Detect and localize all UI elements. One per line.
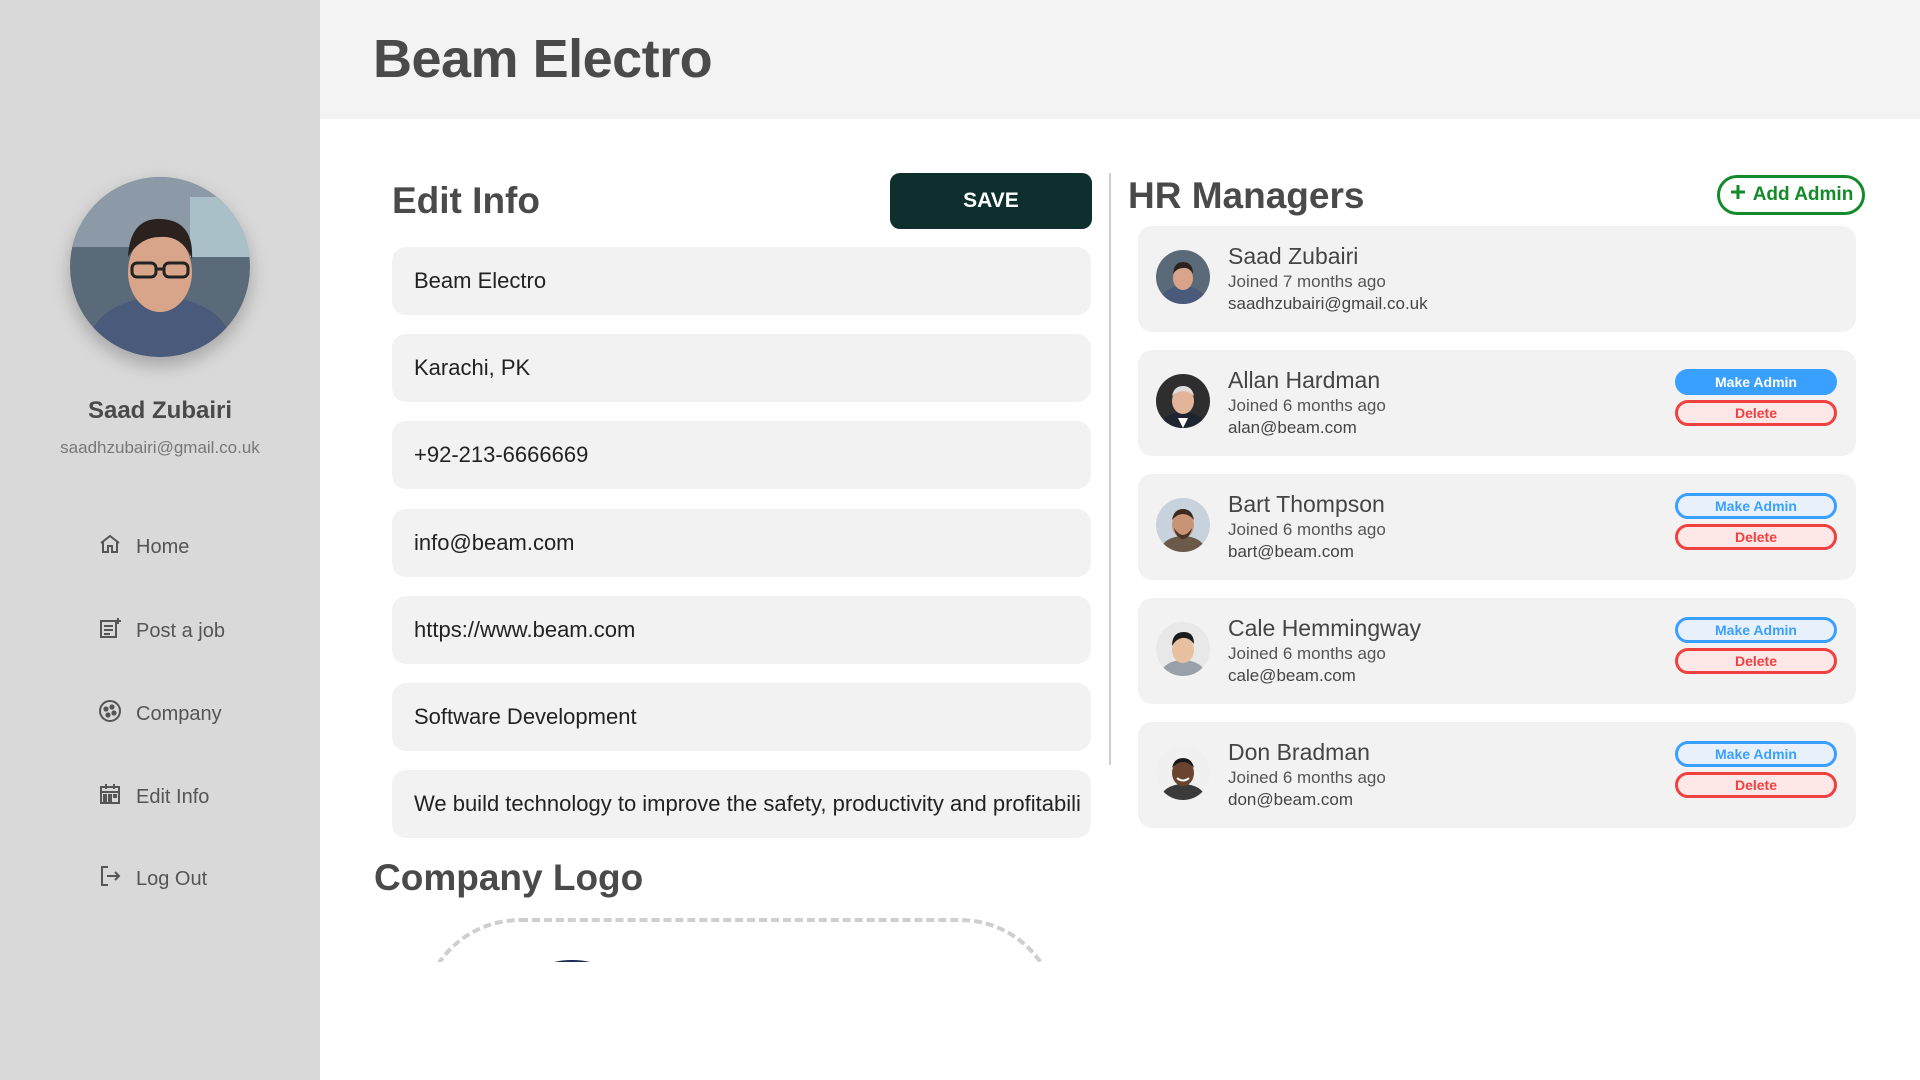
sidebar: Saad Zubairi saadhzubairi@gmail.co.uk Ho… <box>0 0 320 1080</box>
manager-joined: Joined 7 months ago <box>1228 272 1386 291</box>
logo-dropzone[interactable] <box>420 918 1060 962</box>
website-field[interactable]: https://www.beam.com <box>392 596 1091 664</box>
delete-button[interactable]: Delete <box>1675 400 1837 426</box>
delete-button[interactable]: Delete <box>1675 772 1837 798</box>
company-logo-title: Company Logo <box>374 857 644 898</box>
plus-icon <box>1729 183 1747 207</box>
sidebar-item-label: Post a job <box>136 619 225 642</box>
avatar <box>1156 622 1210 676</box>
location-field[interactable]: Karachi, PK <box>392 334 1091 402</box>
manager-name: Bart Thompson <box>1228 491 1385 517</box>
manager-email: alan@beam.com <box>1228 418 1357 437</box>
manager-name: Cale Hemmingway <box>1228 615 1422 641</box>
industry-field[interactable]: Software Development <box>392 683 1091 751</box>
manager-email: saadhzubairi@gmail.co.uk <box>1228 294 1428 313</box>
delete-button[interactable]: Delete <box>1675 648 1837 674</box>
avatar <box>1156 746 1210 800</box>
manager-email: bart@beam.com <box>1228 542 1354 561</box>
manager-name: Saad Zubairi <box>1228 243 1359 269</box>
sidebar-item-logout[interactable]: Log Out <box>98 864 207 894</box>
save-button[interactable]: SAVE <box>890 173 1092 229</box>
manager-joined: Joined 6 months ago <box>1228 768 1386 787</box>
delete-button[interactable]: Delete <box>1675 524 1837 550</box>
sidebar-item-post-job[interactable]: Post a job <box>98 616 225 646</box>
profile-avatar <box>70 177 250 357</box>
logout-icon <box>98 864 122 894</box>
manager-email: don@beam.com <box>1228 790 1353 809</box>
manager-card: Bart Thompson Joined 6 months ago bart@b… <box>1138 474 1856 580</box>
manager-joined: Joined 6 months ago <box>1228 396 1386 415</box>
calendar-icon <box>98 782 122 812</box>
avatar <box>1156 374 1210 428</box>
description-field[interactable]: We build technology to improve the safet… <box>392 770 1091 838</box>
make-admin-button[interactable]: Make Admin <box>1675 493 1837 519</box>
post-job-icon <box>98 616 122 646</box>
phone-field[interactable]: +92-213-6666669 <box>392 421 1091 489</box>
manager-name: Allan Hardman <box>1228 367 1381 393</box>
manager-joined: Joined 6 months ago <box>1228 644 1386 663</box>
add-admin-button[interactable]: Add Admin <box>1717 175 1865 215</box>
home-icon <box>98 532 122 562</box>
manager-name: Don Bradman <box>1228 739 1370 765</box>
add-admin-label: Add Admin <box>1752 184 1854 205</box>
manager-joined: Joined 6 months ago <box>1228 520 1386 539</box>
logo-upload-area[interactable] <box>390 910 1090 962</box>
avatar <box>1156 250 1210 304</box>
manager-card: Allan Hardman Joined 6 months ago alan@b… <box>1138 350 1856 456</box>
sidebar-item-home[interactable]: Home <box>98 532 189 562</box>
make-admin-button[interactable]: Make Admin <box>1675 617 1837 643</box>
manager-card: Saad Zubairi Joined 7 months ago saadhzu… <box>1138 226 1856 332</box>
hr-managers-title: HR Managers <box>1128 175 1365 216</box>
company-icon <box>98 699 122 729</box>
manager-email: cale@beam.com <box>1228 666 1356 685</box>
edit-info-title: Edit Info <box>392 180 540 221</box>
header: Beam Electro <box>320 0 1920 119</box>
sidebar-item-label: Edit Info <box>136 785 210 808</box>
sidebar-item-edit-info[interactable]: Edit Info <box>98 782 209 812</box>
company-name-field[interactable]: Beam Electro <box>392 247 1091 315</box>
sidebar-item-company[interactable]: Company <box>98 699 222 729</box>
page-title: Beam Electro <box>373 29 713 89</box>
sidebar-item-label: Log Out <box>136 867 208 890</box>
make-admin-button[interactable]: Make Admin <box>1675 369 1837 395</box>
manager-card: Cale Hemmingway Joined 6 months ago cale… <box>1138 598 1856 704</box>
make-admin-button[interactable]: Make Admin <box>1675 741 1837 767</box>
column-divider <box>1109 173 1111 765</box>
manager-card: Don Bradman Joined 6 months ago don@beam… <box>1138 722 1856 828</box>
sidebar-item-label: Home <box>136 535 190 558</box>
email-field[interactable]: info@beam.com <box>392 509 1091 577</box>
profile-email: saadhzubairi@gmail.co.uk <box>60 438 260 457</box>
profile-name: Saad Zubairi <box>87 397 233 424</box>
avatar <box>1156 498 1210 552</box>
sidebar-item-label: Company <box>136 702 222 725</box>
